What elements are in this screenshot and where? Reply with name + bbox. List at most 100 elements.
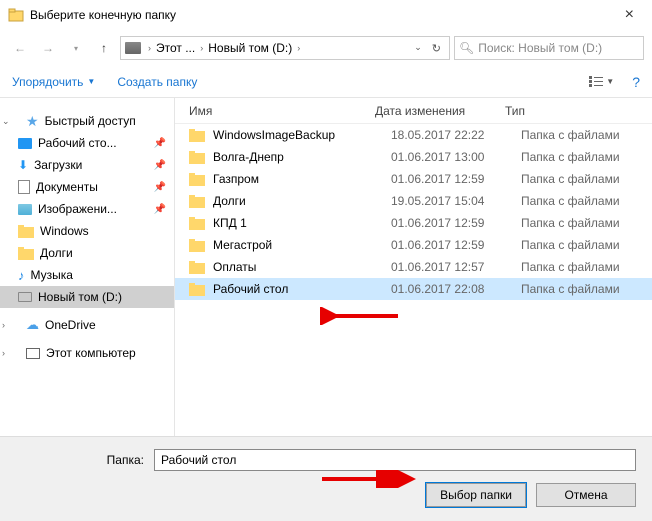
folder-icon [189, 282, 205, 296]
download-icon: ⬇ [18, 158, 28, 172]
document-icon [18, 180, 30, 194]
up-button[interactable]: ↑ [92, 36, 116, 60]
new-folder-button[interactable]: Создать папку [117, 75, 197, 89]
file-type: Папка с файлами [521, 194, 620, 208]
cloud-icon: ☁ [26, 317, 39, 333]
organize-menu[interactable]: Упорядочить▼ [12, 75, 95, 89]
help-button[interactable]: ? [632, 74, 640, 90]
chevron-down-icon: ▼ [606, 77, 614, 86]
address-dropdown-icon[interactable]: ⌄ [410, 42, 426, 55]
sidebar-item-quick-access[interactable]: ⌄★Быстрый доступ [0, 110, 174, 132]
sidebar-item-windows[interactable]: Windows [0, 220, 174, 242]
file-type: Папка с файлами [521, 260, 620, 274]
table-row[interactable]: КПД 101.06.2017 12:59Папка с файлами [175, 212, 652, 234]
pin-icon: 📌 [154, 160, 166, 171]
toolbar: Упорядочить▼ Создать папку ▼ ? [0, 66, 652, 98]
file-name: Газпром [213, 172, 391, 186]
file-date: 01.06.2017 12:59 [391, 216, 521, 230]
close-button[interactable]: × [615, 6, 644, 24]
file-name: Рабочий стол [213, 282, 391, 296]
folder-icon [18, 224, 34, 238]
table-row[interactable]: Оплаты01.06.2017 12:57Папка с файлами [175, 256, 652, 278]
view-options-button[interactable]: ▼ [589, 76, 614, 88]
search-input[interactable]: 🔍︎ Поиск: Новый том (D:) [454, 36, 644, 60]
table-row[interactable]: Мегастрой01.06.2017 12:59Папка с файлами [175, 234, 652, 256]
column-header-row: Имя Дата изменения Тип [175, 98, 652, 124]
file-name: WindowsImageBackup [213, 128, 391, 142]
chevron-right-icon: › [197, 43, 206, 53]
table-row[interactable]: Волга-Днепр01.06.2017 13:00Папка с файла… [175, 146, 652, 168]
folder-icon [189, 150, 205, 164]
search-icon: 🔍︎ [459, 41, 474, 55]
sidebar-item-music[interactable]: ♪Музыка [0, 264, 174, 286]
chevron-down-icon: ▼ [87, 77, 95, 86]
pin-icon: 📌 [154, 138, 166, 149]
sidebar-item-this-pc[interactable]: ›Этот компьютер [0, 342, 174, 364]
folder-icon [189, 172, 205, 186]
file-type: Папка с файлами [521, 172, 620, 186]
file-date: 01.06.2017 12:57 [391, 260, 521, 274]
titlebar: Выберите конечную папку × [0, 0, 652, 30]
file-name: КПД 1 [213, 216, 391, 230]
file-name: Долги [213, 194, 391, 208]
sidebar-item-downloads[interactable]: ⬇Загрузки📌 [0, 154, 174, 176]
file-type: Папка с файлами [521, 282, 620, 296]
file-name: Волга-Днепр [213, 150, 391, 164]
search-placeholder: Поиск: Новый том (D:) [478, 41, 602, 55]
drive-icon [125, 42, 141, 54]
folder-input[interactable] [154, 449, 636, 471]
folder-label: Папка: [16, 453, 144, 467]
file-name: Мегастрой [213, 238, 391, 252]
nav-row: ← → ▾ ↑ › Этот ... › Новый том (D:) › ⌄ … [0, 30, 652, 66]
file-type: Папка с файлами [521, 238, 620, 252]
file-type: Папка с файлами [521, 150, 620, 164]
column-header-type[interactable]: Тип [505, 104, 652, 118]
table-row[interactable]: Рабочий стол01.06.2017 22:08Папка с файл… [175, 278, 652, 300]
back-button[interactable]: ← [8, 36, 32, 60]
folder-icon [189, 260, 205, 274]
file-date: 19.05.2017 15:04 [391, 194, 521, 208]
file-date: 18.05.2017 22:22 [391, 128, 521, 142]
table-row[interactable]: Газпром01.06.2017 12:59Папка с файлами [175, 168, 652, 190]
picture-icon [18, 204, 32, 215]
table-row[interactable]: WindowsImageBackup18.05.2017 22:22Папка … [175, 124, 652, 146]
file-list: Имя Дата изменения Тип WindowsImageBacku… [175, 98, 652, 436]
sidebar-item-desktop[interactable]: Рабочий сто...📌 [0, 132, 174, 154]
folder-dialog-icon [8, 7, 24, 23]
folder-icon [189, 238, 205, 252]
desktop-icon [18, 138, 32, 149]
table-row[interactable]: Долги19.05.2017 15:04Папка с файлами [175, 190, 652, 212]
select-folder-button[interactable]: Выбор папки [426, 483, 526, 507]
refresh-icon[interactable]: ↻ [428, 42, 445, 55]
sidebar-item-new-volume[interactable]: Новый том (D:) [0, 286, 174, 308]
breadcrumb[interactable]: Этот ... [154, 41, 197, 55]
chevron-right-icon: › [145, 43, 154, 53]
file-name: Оплаты [213, 260, 391, 274]
forward-button: → [36, 36, 60, 60]
chevron-right-icon: › [294, 43, 303, 53]
file-type: Папка с файлами [521, 216, 620, 230]
file-date: 01.06.2017 12:59 [391, 172, 521, 186]
folder-icon [189, 194, 205, 208]
sidebar-item-documents[interactable]: Документы📌 [0, 176, 174, 198]
music-icon: ♪ [18, 268, 25, 283]
bottom-panel: Папка: Выбор папки Отмена [0, 436, 652, 521]
address-bar[interactable]: › Этот ... › Новый том (D:) › ⌄ ↻ [120, 36, 450, 60]
recent-dropdown[interactable]: ▾ [64, 36, 88, 60]
drive-icon [18, 292, 32, 302]
file-date: 01.06.2017 12:59 [391, 238, 521, 252]
file-date: 01.06.2017 22:08 [391, 282, 521, 296]
column-header-name[interactable]: Имя [175, 104, 375, 118]
sidebar-item-onedrive[interactable]: ›☁OneDrive [0, 314, 174, 336]
sidebar-item-images[interactable]: Изображени...📌 [0, 198, 174, 220]
sidebar-item-debts[interactable]: Долги [0, 242, 174, 264]
column-header-date[interactable]: Дата изменения [375, 104, 505, 118]
window-title: Выберите конечную папку [30, 8, 615, 22]
folder-icon [18, 246, 34, 260]
file-date: 01.06.2017 13:00 [391, 150, 521, 164]
folder-icon [189, 128, 205, 142]
breadcrumb[interactable]: Новый том (D:) [206, 41, 294, 55]
cancel-button[interactable]: Отмена [536, 483, 636, 507]
pin-icon: 📌 [154, 182, 166, 193]
pc-icon [26, 348, 40, 359]
